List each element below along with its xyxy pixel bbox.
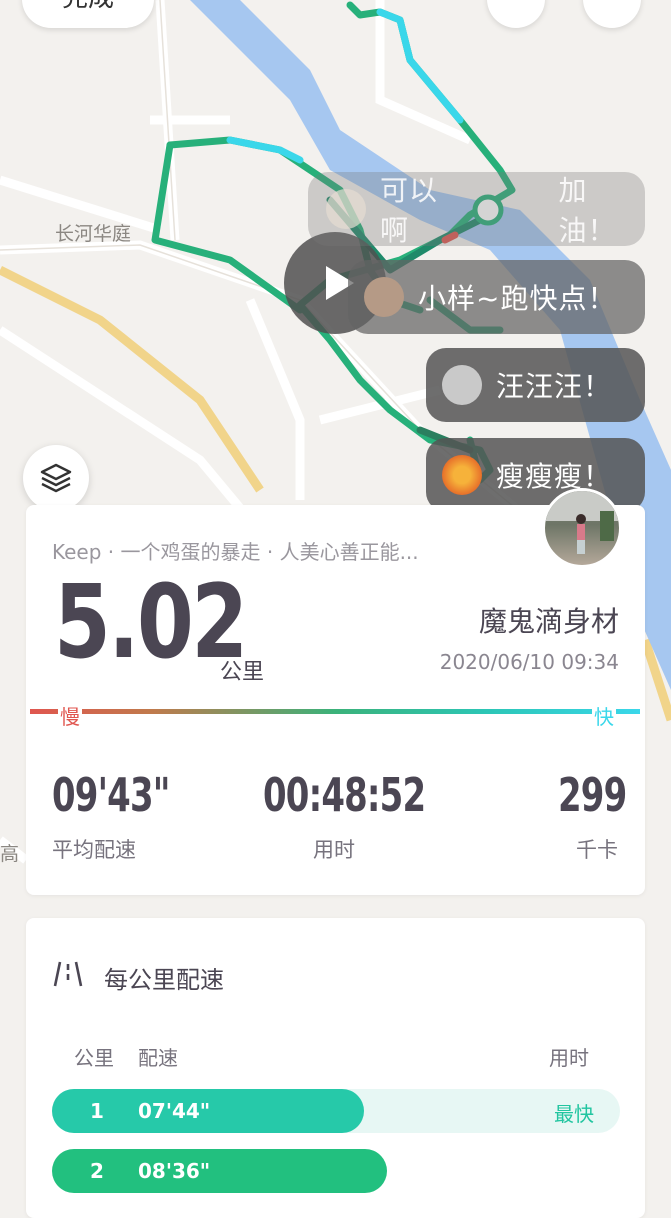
share-icon — [487, 0, 545, 28]
user-avatar[interactable] — [542, 488, 622, 568]
comment-bubble[interactable]: 汪汪汪！ — [426, 348, 645, 422]
map-layers-button[interactable] — [23, 445, 89, 511]
comment-text: 瘦瘦瘦！ — [496, 460, 613, 493]
fast-label: 快 — [592, 701, 616, 730]
km-number: 2 — [90, 1159, 104, 1183]
km-pace: 08'36" — [138, 1159, 211, 1183]
calories-value: 299 — [558, 768, 627, 822]
col-km-header: 公里 — [74, 1046, 114, 1070]
avg-pace-label: 平均配速 — [52, 838, 136, 862]
done-button[interactable]: 完成 — [22, 0, 154, 28]
run-datetime: 2020/06/10 09:34 — [439, 650, 619, 674]
map-label-gao: 高 — [0, 843, 19, 865]
done-label: 完成 — [62, 0, 114, 14]
more-icon — [583, 0, 641, 28]
comment-bubble[interactable]: 可以啊 加油！ — [308, 172, 645, 247]
comment-bubble[interactable]: 小样~跑快点！ — [348, 260, 645, 334]
road-icon — [53, 961, 83, 987]
col-pace-header: 配速 — [138, 1046, 178, 1070]
distance-unit: 公里 — [220, 660, 265, 685]
km-number: 1 — [90, 1099, 104, 1123]
pace-gradient-bar — [30, 709, 640, 714]
slow-label: 慢 — [58, 701, 82, 730]
comment-text: 可以啊 — [380, 174, 439, 247]
km-split-bar: 2 08'36" — [52, 1149, 388, 1193]
commenter-avatar — [442, 455, 482, 495]
km-split-bar: 1 07'44" — [52, 1089, 365, 1133]
km-pace: 07'44" — [138, 1099, 211, 1123]
comment-text: 小样~跑快点！ — [418, 282, 617, 315]
km-split-row: 2 08'36" — [52, 1149, 620, 1193]
source-line: Keep · 一个鸡蛋的暴走 · 人美心善正能... — [52, 540, 419, 564]
commenter-avatar — [326, 189, 366, 229]
distance-value: 5.02 — [54, 563, 248, 682]
km-split-row: 1 07'44" 最快 — [52, 1089, 620, 1133]
commenter-avatar — [364, 277, 404, 317]
duration-label: 用时 — [313, 838, 355, 862]
col-time-header: 用时 — [549, 1046, 589, 1070]
commenter-avatar — [442, 365, 482, 405]
fastest-tag: 最快 — [554, 1102, 594, 1126]
more-button[interactable] — [583, 0, 641, 28]
user-photo — [545, 491, 619, 554]
layers-icon — [40, 463, 72, 493]
pace-section-title: 每公里配速 — [104, 966, 224, 994]
avg-pace-value: 09'43" — [52, 768, 170, 822]
duration-value: 00:48:52 — [263, 768, 426, 822]
comment-text-suffix: 加油！ — [558, 174, 617, 247]
map-label-changhe: 长河华庭 — [55, 223, 131, 245]
calories-label: 千卡 — [576, 838, 618, 862]
user-name: 魔鬼滴身材 — [478, 605, 619, 638]
comment-text: 汪汪汪！ — [496, 370, 613, 403]
share-button[interactable] — [487, 0, 545, 28]
